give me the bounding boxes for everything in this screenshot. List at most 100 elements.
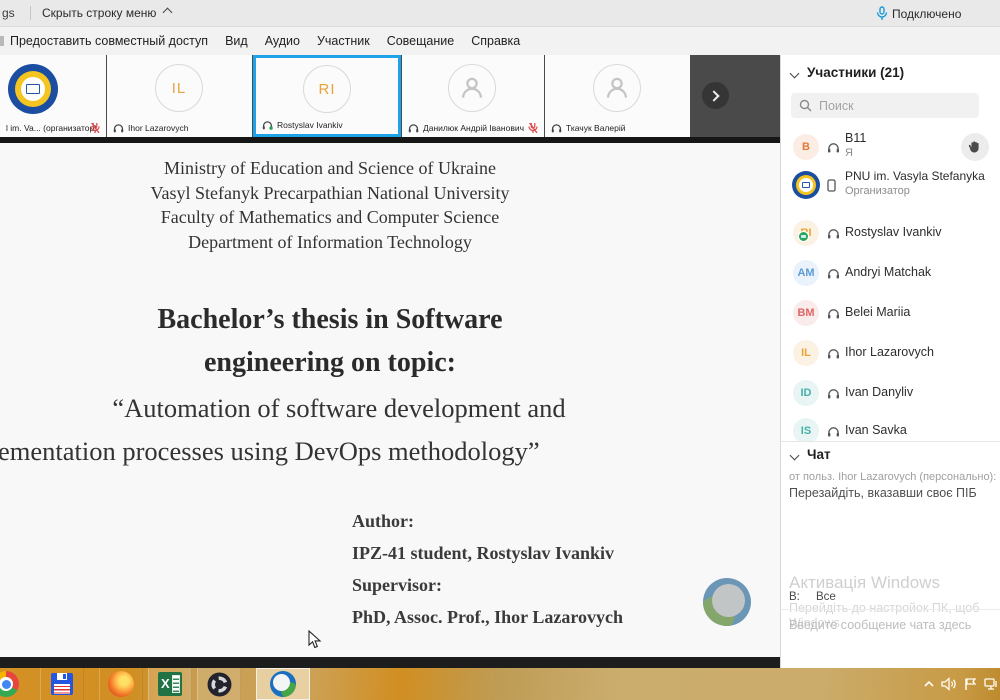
menu-meeting[interactable]: Совещание [387, 34, 455, 48]
titlebar-fragment: gs [2, 6, 15, 20]
phone-icon [827, 179, 836, 197]
zoom-meeting-window: gs Скрыть строку меню Подключено Предост… [0, 0, 1000, 700]
volume-icon[interactable] [941, 677, 957, 691]
show-hidden-icons-button[interactable] [924, 680, 934, 688]
video-filmstrip: l im. Va... (организатор) IL Ihor Lazaro… [0, 55, 780, 137]
thumb-name: l im. Va... (организатор) [6, 123, 97, 133]
slide-topic-line2: ementation processes using DevOps method… [0, 436, 540, 467]
menu-share[interactable]: Предоставить совместный доступ [10, 34, 208, 48]
participant-row[interactable]: AM Andryi Matchak [781, 253, 1000, 293]
participant-row[interactable]: ID Ivan Danyliv [781, 373, 1000, 413]
action-center-flag-icon[interactable] [964, 677, 977, 691]
shared-screen-slide: Ministry of Education and Science of Ukr… [0, 143, 780, 657]
thumb-name: Ткачук Валерій [566, 123, 625, 133]
taskbar-firefox-button[interactable] [99, 668, 143, 700]
stage-bottom-border [0, 657, 780, 668]
participants-header[interactable]: Участники (21) [807, 65, 904, 80]
participant-row[interactable]: IL Ihor Lazarovych [781, 333, 1000, 373]
muted-mic-icon [528, 123, 538, 133]
headphone-icon [827, 266, 840, 284]
headphone-icon [113, 123, 124, 133]
mic-connected-icon [876, 6, 888, 26]
taskbar-obs-button[interactable] [197, 668, 241, 700]
chat-message-meta: от польз. Ihor Lazarovych (персонально): [789, 471, 996, 483]
chrome-icon [0, 671, 19, 697]
chevron-up-icon [163, 8, 173, 18]
participant-row[interactable]: RI Rostyslav Ivankiv [781, 213, 1000, 253]
participants-collapse-chevron[interactable] [790, 69, 800, 79]
taskbar-zoom-button[interactable] [256, 668, 310, 700]
person-avatar [448, 64, 496, 112]
taskbar-excel-button[interactable]: X [148, 668, 192, 700]
headphone-icon [827, 346, 840, 364]
participant-row[interactable]: BM Belei Mariia [781, 293, 1000, 333]
next-videos-button[interactable] [702, 82, 729, 109]
search-input[interactable] [819, 96, 969, 115]
video-thumb-ivankiv-selected[interactable]: RI Rostyslav Ivankiv [253, 55, 401, 137]
video-thumb-lazarovych[interactable]: IL Ihor Lazarovych [107, 55, 252, 137]
connection-status: Подключено [892, 7, 961, 21]
window-title-bar: gs Скрыть строку меню Подключено [0, 0, 1000, 27]
letter-avatar: B [793, 134, 819, 160]
video-thumb-danyliuk[interactable]: Данилюк Андрій Іванович [402, 55, 544, 137]
thumb-name: Данилюк Андрій Іванович [423, 123, 524, 133]
chat-input[interactable]: Введите сообщение чата здесь [789, 618, 971, 632]
menu-help[interactable]: Справка [471, 34, 520, 48]
initials-avatar: ID [793, 380, 819, 406]
initials-avatar: BM [793, 300, 819, 326]
pnu-logo-avatar [792, 171, 820, 199]
chevron-right-icon [708, 90, 719, 101]
side-panel: Участники (21) B B11 Я PNU im. Vasyla St… [780, 55, 1000, 668]
headphone-icon [408, 123, 419, 133]
video-thumb-host[interactable]: l im. Va... (организатор) [0, 55, 106, 137]
person-avatar [593, 64, 641, 112]
headphone-icon [827, 226, 840, 244]
headphone-icon [551, 123, 562, 133]
chat-header[interactable]: Чат [807, 447, 831, 462]
titlebar-divider [30, 6, 31, 20]
menu-bar: Предоставить совместный доступ Вид Аудио… [0, 27, 1000, 55]
video-thumb-tkachuk[interactable]: Ткачук Валерій [545, 55, 690, 137]
menu-audio[interactable]: Аудио [265, 34, 300, 48]
slide-topic-line1: “Automation of software development and [0, 393, 684, 424]
initials-avatar: IL [155, 64, 203, 112]
initials-avatar: AM [793, 260, 819, 286]
pnu-logo-avatar [8, 64, 58, 114]
screen-share-badge [798, 231, 809, 242]
initials-avatar: IL [793, 340, 819, 366]
mouse-cursor [308, 630, 322, 650]
participant-row[interactable]: PNU im. Vasyla Stefanyka Организатор [781, 165, 1000, 211]
slide-title: Bachelor’s thesis in Software engineerin… [0, 298, 660, 384]
raised-hand-button[interactable] [961, 133, 989, 161]
headphone-icon [827, 306, 840, 324]
raised-hand-icon [968, 140, 982, 154]
headphone-icon [827, 386, 840, 404]
taskbar-save-app-button[interactable] [40, 668, 84, 700]
system-tray [924, 668, 998, 700]
thumb-name: Ihor Lazarovych [128, 123, 188, 133]
slide-university-block: Ministry of Education and Science of Ukr… [0, 156, 660, 254]
windows-activation-watermark-line1: Активація Windows [789, 573, 940, 593]
excel-icon: X [158, 672, 182, 696]
tray-partial-icon[interactable] [984, 677, 998, 691]
menu-view[interactable]: Вид [225, 34, 248, 48]
thumb-name: Rostyslav Ivankiv [277, 120, 343, 130]
windows-taskbar: X [0, 668, 1000, 700]
slide-author-block: Author: IPZ-41 student, Rostyslav Ivanki… [352, 505, 623, 633]
headphone-icon [827, 424, 840, 442]
search-icon [799, 99, 812, 112]
chat-input-divider [781, 609, 1000, 610]
participant-row[interactable]: B B11 Я [781, 127, 1000, 167]
slide-round-logo [703, 578, 751, 626]
hide-menubar-button[interactable]: Скрыть строку меню [42, 6, 171, 20]
headphone-icon [827, 140, 840, 158]
participant-search[interactable] [791, 93, 979, 118]
menu-participant[interactable]: Участник [317, 34, 370, 48]
muted-mic-icon [90, 123, 100, 133]
firefox-icon [108, 671, 134, 697]
windows-activation-watermark-line2: Перейдіть до настройок ПК, щоб [789, 601, 979, 615]
headphone-share-icon [262, 120, 273, 130]
taskbar-chrome-button[interactable] [0, 668, 26, 700]
obs-icon [207, 672, 232, 697]
zoom-app-icon [270, 671, 296, 697]
